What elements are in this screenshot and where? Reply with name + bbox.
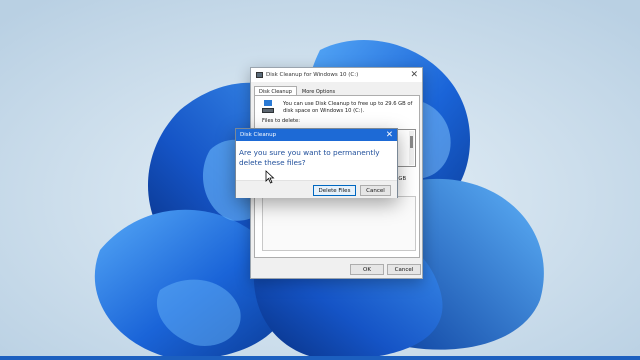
tab-strip: Disk Cleanup More Options [251, 82, 422, 96]
taskbar-edge [0, 356, 640, 360]
dialog-message: Are you sure you want to permanently del… [239, 148, 380, 167]
confirm-dialog: Disk Cleanup ✕ Are you sure you want to … [235, 128, 398, 198]
delete-files-button[interactable]: Delete Files [313, 185, 356, 196]
dialog-close-icon[interactable]: ✕ [386, 129, 393, 141]
ok-button[interactable]: OK [350, 264, 384, 275]
drive-icon [262, 100, 276, 116]
close-icon[interactable]: ✕ [410, 69, 418, 81]
cancel-button[interactable]: Cancel [387, 264, 421, 275]
dialog-cancel-button[interactable]: Cancel [360, 185, 391, 196]
description-box [262, 196, 416, 251]
mouse-cursor-icon [265, 170, 275, 184]
dialog-title: Disk Cleanup [240, 132, 277, 138]
scroll-thumb[interactable] [410, 136, 413, 148]
files-to-delete-label: Files to delete: [262, 118, 300, 124]
dialog-titlebar[interactable]: Disk Cleanup ✕ [236, 129, 397, 141]
window-title: Disk Cleanup for Windows 10 (C:) [266, 72, 359, 78]
window-titlebar[interactable]: Disk Cleanup for Windows 10 (C:) ✕ [251, 68, 422, 82]
disk-cleanup-app-icon [256, 72, 263, 78]
space-description: You can use Disk Cleanup to free up to 2… [283, 101, 413, 114]
dialog-footer: Delete Files Cancel [236, 180, 397, 198]
